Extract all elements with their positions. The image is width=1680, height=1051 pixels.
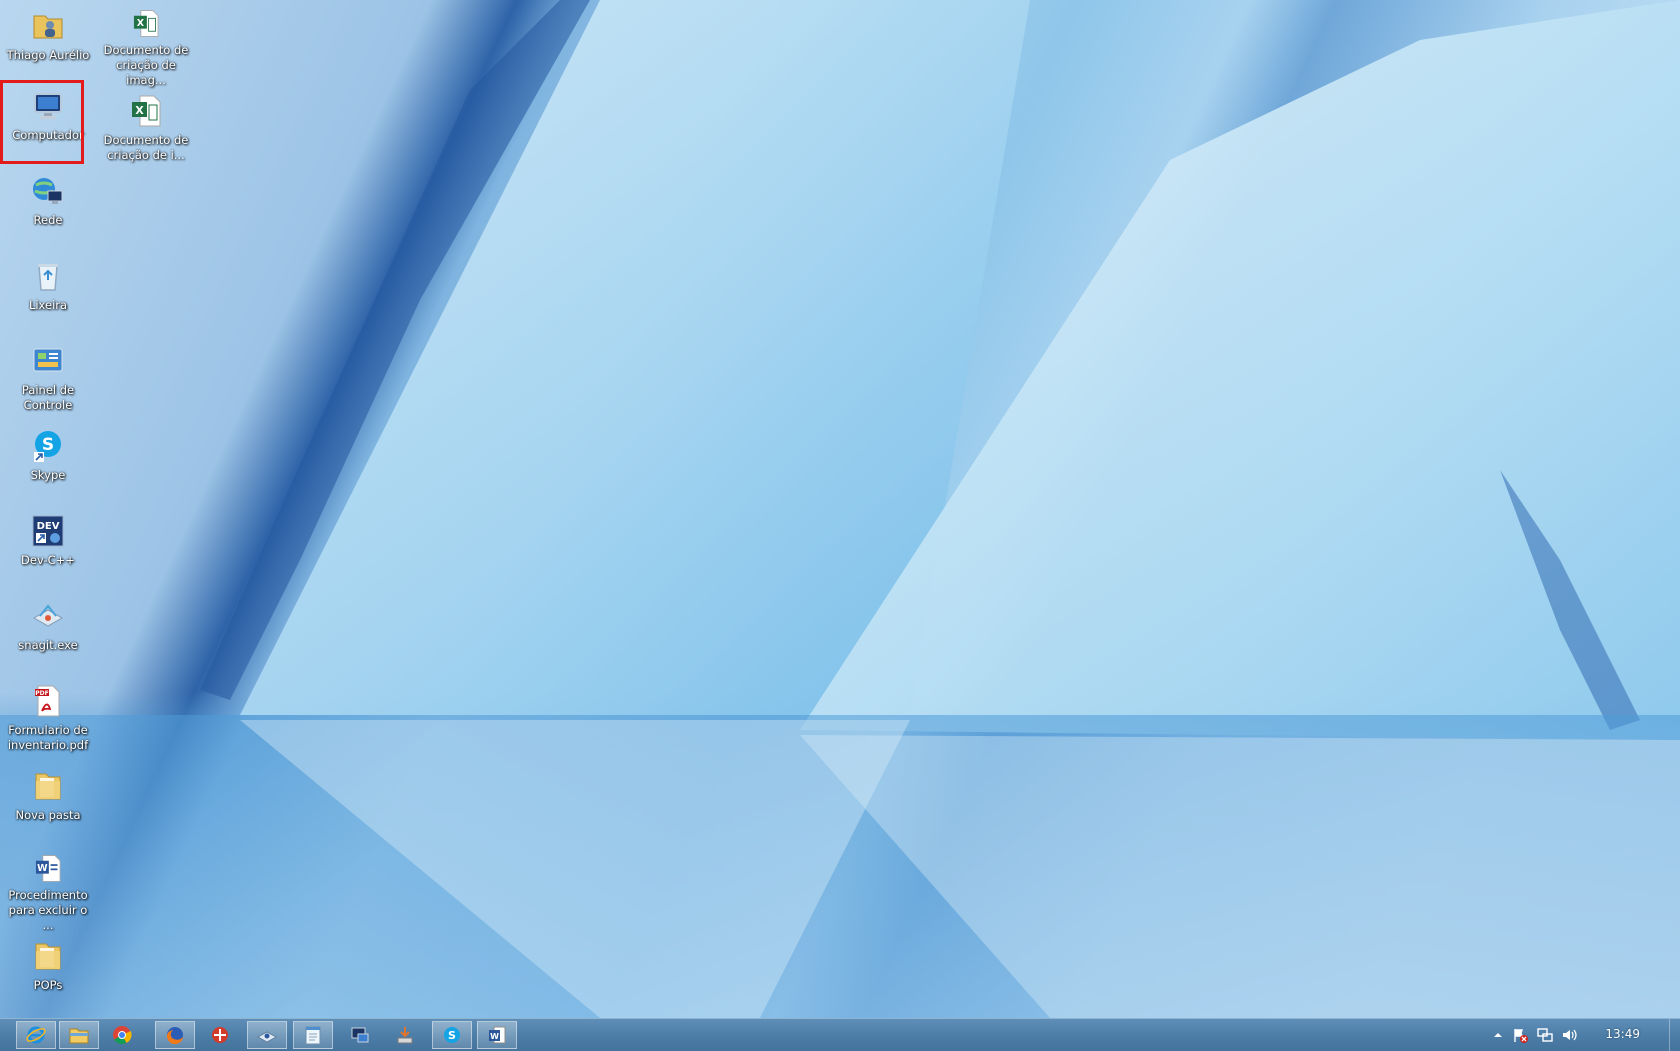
selection-highlight [0, 80, 84, 164]
clock[interactable]: 13:49 [1605, 1027, 1640, 1041]
snagit-taskbar-icon [256, 1031, 278, 1043]
taskbar-firefox[interactable] [155, 1021, 195, 1049]
desktop-icon-thiago-aurelio[interactable]: Thiago Aurélio [2, 4, 94, 88]
notepad-icon [305, 1026, 321, 1045]
word-taskbar-icon: W [489, 1026, 506, 1044]
taskbar-installer[interactable] [385, 1021, 425, 1049]
desktop-icon-pops[interactable]: POPs [2, 934, 94, 1018]
desktop-icon-formulario-pdf[interactable]: PDF Formulario de inventario.pdf [2, 679, 94, 763]
user-folder-icon [33, 15, 63, 39]
desktop-icon-rede[interactable]: Rede [2, 169, 94, 253]
taskbar-notepad[interactable] [293, 1021, 333, 1049]
show-hidden-icons-icon[interactable] [1490, 1027, 1506, 1043]
desktop-icon-label: Dev-C++ [21, 553, 75, 567]
devcpp-icon: DEV [32, 515, 64, 547]
skype-icon: S [34, 431, 61, 462]
word-icon: W [35, 855, 61, 882]
volume-icon[interactable] [1561, 1027, 1577, 1043]
installer-icon [397, 1027, 413, 1044]
skype-taskbar-icon: S [444, 1027, 460, 1043]
recycle-bin-icon [38, 264, 58, 291]
desktop-icon-label: Rede [33, 213, 63, 227]
desktop-icon-label: Formulario de inventario.pdf [7, 723, 89, 752]
svg-text:W: W [490, 1032, 499, 1041]
desktop-icon-label: Skype [30, 468, 66, 482]
taskbar-snagit[interactable] [247, 1021, 287, 1049]
wallpaper [0, 0, 1680, 1018]
firefox-icon [166, 1027, 183, 1045]
excel-icon: X [133, 10, 159, 37]
desktop-icon-skype[interactable]: S Skype [2, 424, 94, 508]
desktop-icon-lixeira[interactable]: Lixeira [2, 254, 94, 338]
svg-text:W: W [37, 863, 48, 874]
svg-text:S: S [448, 1029, 456, 1042]
chrome-icon [113, 1026, 132, 1045]
app-icon [212, 1027, 228, 1043]
svg-text:PDF: PDF [35, 690, 48, 697]
svg-text:X: X [137, 18, 145, 29]
pdf-icon: PDF [35, 685, 60, 717]
svg-text:DEV: DEV [37, 521, 60, 532]
show-desktop-button[interactable] [1669, 1019, 1680, 1051]
desktop-icon-painel-de-controle[interactable]: Painel de Controle [2, 339, 94, 423]
network-icon [33, 178, 63, 204]
desktop-icon-computador[interactable]: Computador [0, 80, 94, 168]
network-tray-icon[interactable] [1537, 1027, 1553, 1043]
desktop-icon-devcpp[interactable]: DEV Dev-C++ [2, 509, 94, 593]
desktop-icon-label: Procedimento para excluir o ... [8, 888, 88, 932]
desktop-icon-label: snagit.exe [18, 638, 78, 652]
svg-text:X: X [135, 104, 144, 117]
desktop-icon-label: Documento de criação de i... [103, 133, 189, 162]
desktop-icon-snagit[interactable]: snagit.exe [2, 594, 94, 678]
action-center-flag-icon[interactable] [1512, 1027, 1528, 1043]
desktop-icon-documento-imagem-2[interactable]: X Documento de criação de i... [100, 89, 192, 173]
folder-icon [35, 773, 61, 800]
excel-icon: X [132, 95, 161, 127]
desktop-icon-nova-pasta[interactable]: Nova pasta [2, 764, 94, 848]
file-explorer-icon [69, 1028, 89, 1044]
desktop-icon-label: Nova pasta [15, 808, 81, 822]
desktop-icon-label: Painel de Controle [21, 383, 75, 412]
taskbar-word[interactable]: W [477, 1021, 517, 1049]
internet-explorer-icon [26, 1026, 46, 1044]
desktop-icon-procedimento[interactable]: W Procedimento para excluir o ... [2, 849, 94, 933]
taskbar-app[interactable] [200, 1021, 240, 1049]
desktop-icon-label: Lixeira [28, 298, 68, 312]
folder-icon [35, 943, 61, 970]
taskbar-file-explorer[interactable] [59, 1021, 99, 1049]
desktop-icon-documento-imagem-1[interactable]: X Documento de criação de imag... [100, 4, 192, 88]
taskbar-chrome[interactable] [102, 1021, 142, 1049]
taskbar-internet-explorer[interactable] [16, 1021, 56, 1049]
taskbar-skype[interactable]: S [432, 1021, 472, 1049]
taskbar-network-monitor[interactable] [340, 1021, 380, 1049]
desktop-icon-label: Documento de criação de imag... [103, 43, 189, 87]
desktop[interactable]: Thiago Aurélio Computador Rede Lixeira P… [0, 0, 1680, 1018]
network-monitor-icon [351, 1027, 369, 1043]
taskbar: S W 13:49 [0, 1018, 1680, 1051]
control-panel-icon [33, 348, 63, 372]
desktop-icon-label: POPs [33, 978, 63, 992]
snagit-icon [32, 604, 64, 627]
desktop-icon-label: Thiago Aurélio [6, 48, 90, 62]
